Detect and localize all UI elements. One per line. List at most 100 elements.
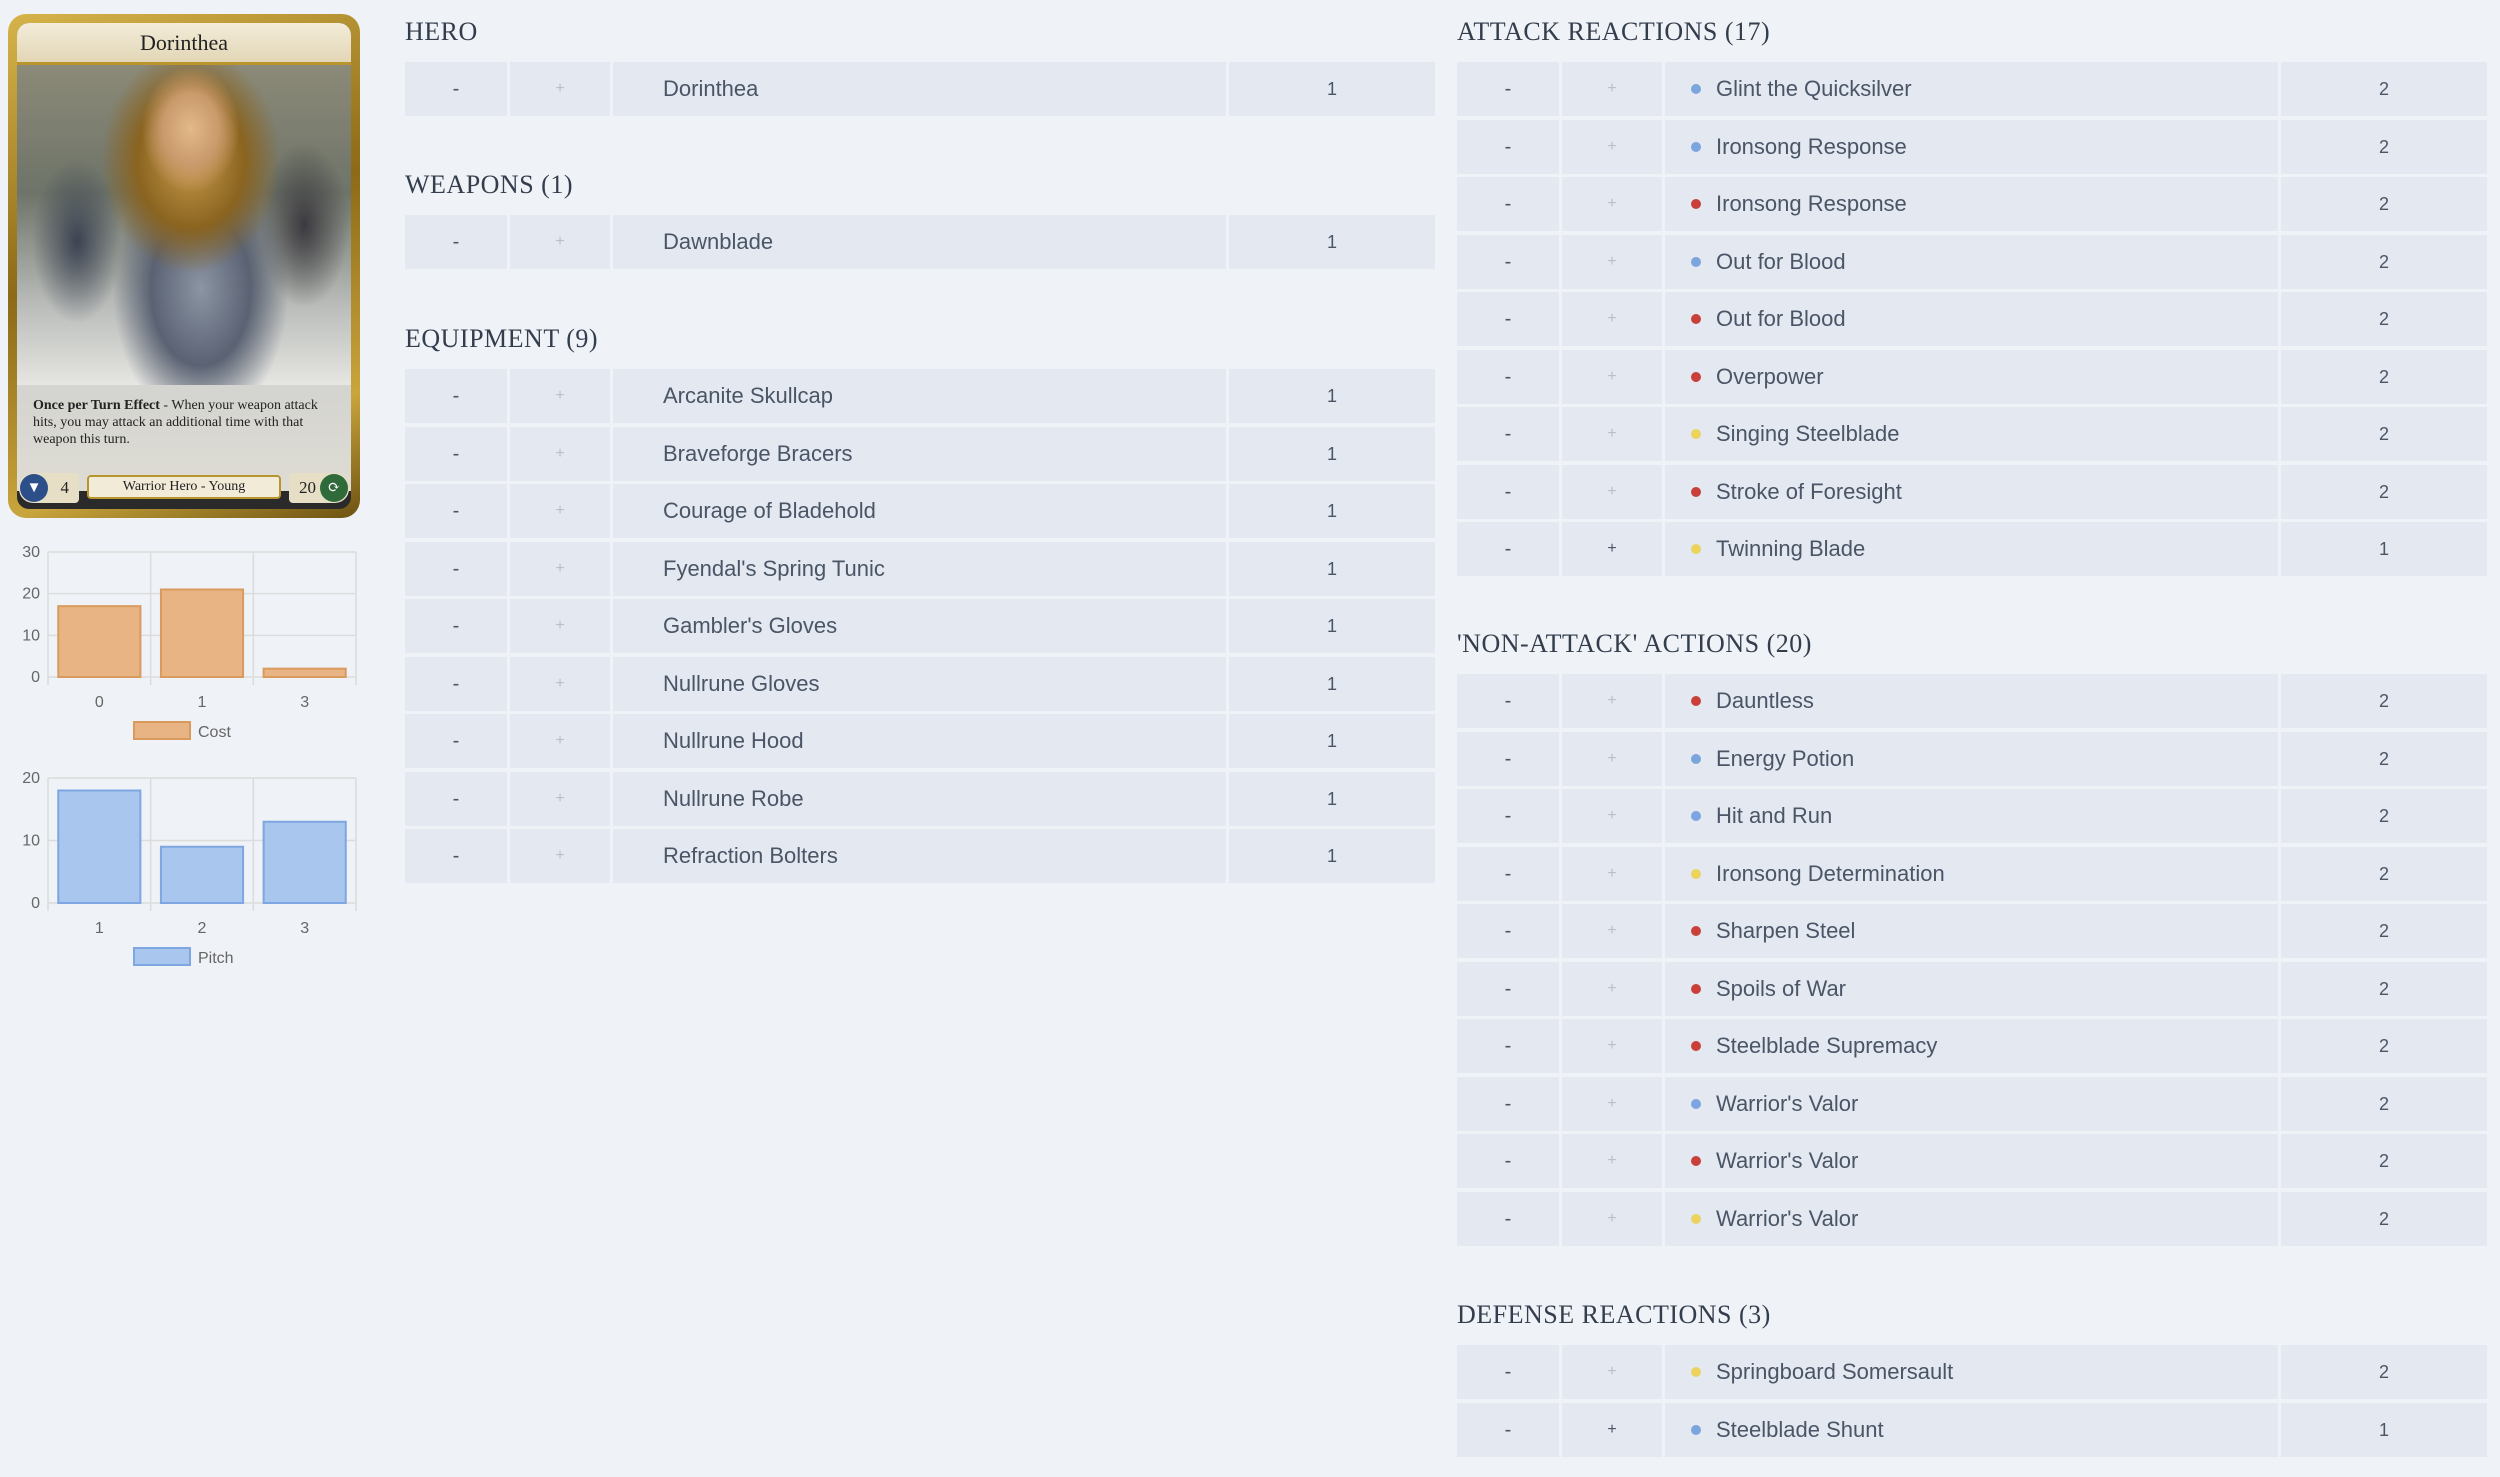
card-name[interactable]: Dawnblade xyxy=(613,215,1226,269)
card-name[interactable]: Overpower xyxy=(1665,349,2278,404)
remove-card-button[interactable]: - xyxy=(1457,234,1559,289)
card-name[interactable]: Energy Potion xyxy=(1665,731,2278,786)
card-name[interactable]: Courage of Bladehold xyxy=(613,484,1226,538)
remove-card-button[interactable]: - xyxy=(405,714,507,768)
add-card-button[interactable]: + xyxy=(1562,846,1662,901)
remove-card-button[interactable]: - xyxy=(1457,119,1559,174)
remove-card-button[interactable]: - xyxy=(1457,1345,1559,1399)
remove-card-button[interactable]: - xyxy=(1457,1402,1559,1457)
remove-card-button[interactable]: - xyxy=(1457,674,1559,728)
card-name-label: Dorinthea xyxy=(663,76,759,101)
remove-card-button[interactable]: - xyxy=(1457,1191,1559,1246)
add-card-button[interactable]: + xyxy=(510,541,610,596)
remove-card-button[interactable]: - xyxy=(1457,731,1559,786)
card-name[interactable]: Nullrune Hood xyxy=(613,714,1226,768)
add-card-button[interactable]: + xyxy=(510,714,610,768)
add-card-button[interactable]: + xyxy=(1562,62,1662,116)
remove-card-button[interactable]: - xyxy=(1457,846,1559,901)
remove-card-button[interactable]: - xyxy=(405,62,507,116)
remove-card-button[interactable]: - xyxy=(1457,349,1559,404)
add-card-button[interactable]: + xyxy=(1562,464,1662,519)
remove-card-button[interactable]: - xyxy=(1457,464,1559,519)
add-card-button[interactable]: + xyxy=(1562,522,1662,576)
card-name[interactable]: Twinning Blade xyxy=(1665,522,2278,576)
card-name[interactable]: Ironsong Response xyxy=(1665,177,2278,231)
add-card-button[interactable]: + xyxy=(1562,119,1662,174)
card-name[interactable]: Spoils of War xyxy=(1665,961,2278,1016)
add-card-button[interactable]: + xyxy=(510,426,610,481)
card-name[interactable]: Warrior's Valor xyxy=(1665,1134,2278,1188)
card-name[interactable]: Ironsong Determination xyxy=(1665,846,2278,901)
remove-card-button[interactable]: - xyxy=(1457,292,1559,346)
remove-card-button[interactable]: - xyxy=(1457,1134,1559,1188)
card-name[interactable]: Hit and Run xyxy=(1665,789,2278,843)
remove-card-button[interactable]: - xyxy=(1457,407,1559,461)
add-card-button[interactable]: + xyxy=(1562,177,1662,231)
card-name[interactable]: Warrior's Valor xyxy=(1665,1076,2278,1131)
add-card-button[interactable]: + xyxy=(510,656,610,711)
remove-card-button[interactable]: - xyxy=(405,484,507,538)
card-name[interactable]: Steelblade Shunt xyxy=(1665,1402,2278,1457)
remove-card-button[interactable]: - xyxy=(1457,1019,1559,1073)
add-card-button[interactable]: + xyxy=(1562,1019,1662,1073)
add-card-button[interactable]: + xyxy=(1562,1345,1662,1399)
card-name[interactable]: Refraction Bolters xyxy=(613,829,1226,883)
card-name[interactable]: Springboard Somersault xyxy=(1665,1345,2278,1399)
remove-card-button[interactable]: - xyxy=(1457,62,1559,116)
card-name[interactable]: Arcanite Skullcap xyxy=(613,369,1226,423)
remove-card-button[interactable]: - xyxy=(405,426,507,481)
remove-card-button[interactable]: - xyxy=(1457,904,1559,958)
add-card-button[interactable]: + xyxy=(1562,961,1662,1016)
card-quantity: 1 xyxy=(1229,714,1435,768)
add-card-button[interactable]: + xyxy=(510,215,610,269)
remove-card-button[interactable]: - xyxy=(405,215,507,269)
add-card-button[interactable]: + xyxy=(510,62,610,116)
card-name[interactable]: Nullrune Gloves xyxy=(613,656,1226,711)
add-card-button[interactable]: + xyxy=(1562,292,1662,346)
add-card-button[interactable]: + xyxy=(510,484,610,538)
remove-card-button[interactable]: - xyxy=(1457,789,1559,843)
card-name[interactable]: Out for Blood xyxy=(1665,234,2278,289)
card-name[interactable]: Singing Steelblade xyxy=(1665,407,2278,461)
add-card-button[interactable]: + xyxy=(510,829,610,883)
add-card-button[interactable]: + xyxy=(1562,789,1662,843)
remove-card-button[interactable]: - xyxy=(405,541,507,596)
add-card-button[interactable]: + xyxy=(510,369,610,423)
remove-card-button[interactable]: - xyxy=(405,599,507,653)
card-name[interactable]: Nullrune Robe xyxy=(613,771,1226,826)
remove-card-button[interactable]: - xyxy=(405,656,507,711)
remove-card-button[interactable]: - xyxy=(1457,961,1559,1016)
remove-card-button[interactable]: - xyxy=(1457,522,1559,576)
card-name[interactable]: Glint the Quicksilver xyxy=(1665,62,2278,116)
add-card-button[interactable]: + xyxy=(1562,1134,1662,1188)
card-name[interactable]: Fyendal's Spring Tunic xyxy=(613,541,1226,596)
remove-card-button[interactable]: - xyxy=(405,369,507,423)
add-card-button[interactable]: + xyxy=(1562,674,1662,728)
card-name[interactable]: Dauntless xyxy=(1665,674,2278,728)
card-name[interactable]: Gambler's Gloves xyxy=(613,599,1226,653)
card-name-label: Twinning Blade xyxy=(1716,536,1866,561)
add-card-button[interactable]: + xyxy=(1562,349,1662,404)
card-name[interactable]: Dorinthea xyxy=(613,62,1226,116)
card-name[interactable]: Out for Blood xyxy=(1665,292,2278,346)
add-card-button[interactable]: + xyxy=(1562,904,1662,958)
add-card-button[interactable]: + xyxy=(1562,407,1662,461)
card-name[interactable]: Ironsong Response xyxy=(1665,119,2278,174)
remove-card-button[interactable]: - xyxy=(405,829,507,883)
remove-card-button[interactable]: - xyxy=(1457,177,1559,231)
remove-card-button[interactable]: - xyxy=(405,771,507,826)
add-card-button[interactable]: + xyxy=(1562,234,1662,289)
card-name[interactable]: Braveforge Bracers xyxy=(613,426,1226,481)
add-card-button[interactable]: + xyxy=(1562,731,1662,786)
card-name[interactable]: Sharpen Steel xyxy=(1665,904,2278,958)
card-name[interactable]: Stroke of Foresight xyxy=(1665,464,2278,519)
card-name[interactable]: Warrior's Valor xyxy=(1665,1191,2278,1246)
add-card-button[interactable]: + xyxy=(1562,1191,1662,1246)
add-card-button[interactable]: + xyxy=(1562,1402,1662,1457)
add-card-button[interactable]: + xyxy=(1562,1076,1662,1131)
remove-card-button[interactable]: - xyxy=(1457,1076,1559,1131)
card-name[interactable]: Steelblade Supremacy xyxy=(1665,1019,2278,1073)
add-card-button[interactable]: + xyxy=(510,599,610,653)
add-card-button[interactable]: + xyxy=(510,771,610,826)
card-row: - + Stroke of Foresight 2 xyxy=(1457,464,2487,519)
